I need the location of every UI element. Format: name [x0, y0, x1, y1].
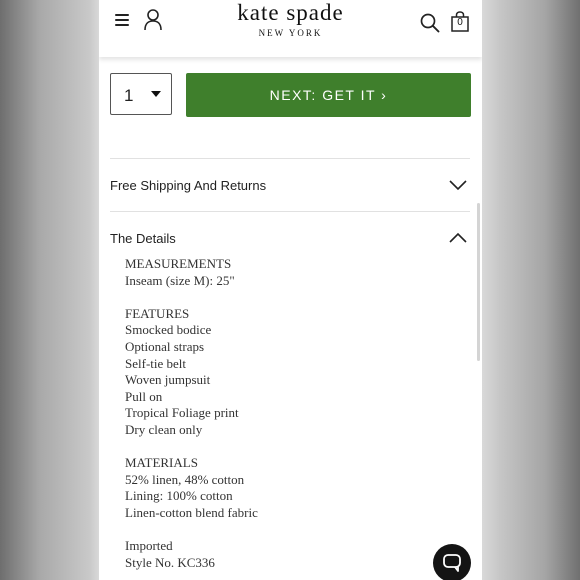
chevron-down-icon — [449, 180, 467, 191]
shopping-bag-icon[interactable]: 0 — [451, 11, 469, 32]
divider — [110, 211, 470, 212]
feature-item: Tropical Foliage print — [125, 405, 239, 421]
feature-item: Dry clean only — [125, 421, 203, 437]
product-page: kate spade NEW YORK 0 1 NEXT: GET IT › F… — [99, 0, 482, 580]
features-heading: FEATURES — [125, 305, 190, 321]
measurements-heading: MEASUREMENTS — [125, 256, 232, 271]
quantity-select[interactable]: 1 — [110, 73, 172, 115]
feature-item: Smocked bodice — [125, 322, 212, 338]
next-get-it-button[interactable]: NEXT: GET IT › — [186, 73, 471, 117]
chat-icon — [443, 554, 461, 572]
bag-count: 0 — [457, 17, 463, 28]
accordion-shipping-returns[interactable]: Free Shipping And Returns — [110, 172, 470, 202]
measurement-inseam: Inseam (size M): 25" — [125, 272, 235, 288]
divider — [110, 158, 470, 159]
feature-item: Self-tie belt — [125, 355, 187, 371]
chevron-up-icon — [449, 232, 467, 243]
material-item: Lining: 100% cotton — [125, 488, 233, 504]
feature-item: Optional straps — [125, 338, 205, 354]
accordion-label: The Details — [110, 231, 176, 246]
imported-note: Imported — [125, 538, 173, 554]
material-item: 52% linen, 48% cotton — [125, 471, 245, 487]
quantity-value: 1 — [124, 86, 134, 105]
details-content: MEASUREMENTS Inseam (size M): 25" FEATUR… — [125, 256, 445, 571]
accordion-label: Free Shipping And Returns — [110, 178, 267, 193]
chat-button[interactable] — [433, 544, 471, 580]
accordion-the-details[interactable]: The Details — [110, 225, 470, 255]
feature-item: Pull on — [125, 388, 163, 404]
materials-heading: MATERIALS — [125, 455, 198, 471]
search-icon[interactable] — [420, 13, 440, 33]
material-item: Linen-cotton blend fabric — [125, 504, 258, 520]
site-header: kate spade NEW YORK 0 — [99, 0, 482, 57]
style-number: Style No. KC336 — [125, 554, 215, 570]
feature-item: Woven jumpsuit — [125, 372, 211, 388]
caret-down-icon — [151, 91, 161, 97]
scrollbar[interactable] — [477, 203, 480, 361]
